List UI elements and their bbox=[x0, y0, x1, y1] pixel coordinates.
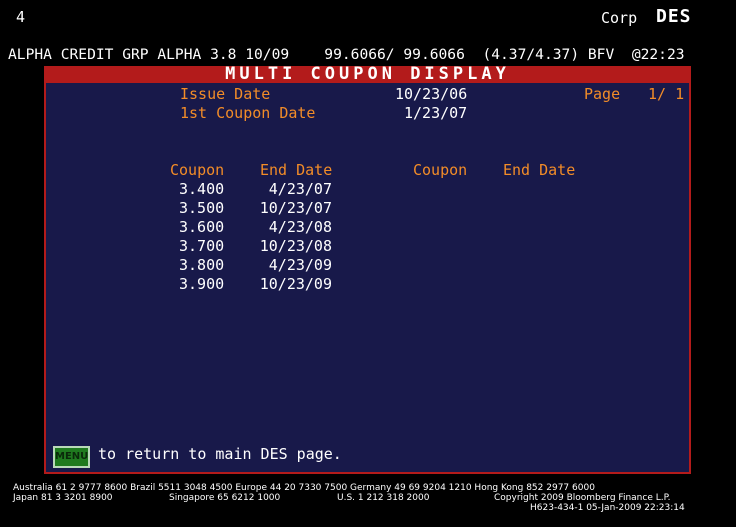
function-name: DES bbox=[656, 6, 692, 27]
table-cell-coupon: 3.400 bbox=[179, 180, 225, 198]
page-indicator: 1/ 1 bbox=[648, 85, 685, 103]
menu-button[interactable]: MENU bbox=[53, 446, 90, 468]
table-cell-coupon: 3.500 bbox=[179, 199, 225, 217]
first-coupon-date-value: 1/23/07 bbox=[404, 104, 468, 122]
table-cell-end-date: 10/23/08 bbox=[259, 237, 332, 255]
table-cell-end-date: 4/23/09 bbox=[268, 256, 332, 274]
table-cell-end-date: 4/23/07 bbox=[268, 180, 332, 198]
page-label: Page bbox=[584, 85, 621, 103]
end-date-header-1: End Date bbox=[260, 161, 333, 179]
screen-title: MULTI COUPON DISPLAY bbox=[44, 66, 691, 83]
sector-label: Corp bbox=[601, 9, 638, 27]
end-date-header-2: End Date bbox=[503, 161, 576, 179]
coupon-header-1: Coupon bbox=[170, 161, 225, 179]
footer-contacts-singapore: Singapore 65 6212 1000 bbox=[169, 493, 281, 503]
footer-copyright: Copyright 2009 Bloomberg Finance L.P. bbox=[494, 493, 671, 503]
security-ticker-line: ALPHA CREDIT GRP ALPHA 3.8 10/09 99.6066… bbox=[8, 46, 685, 63]
footer-contacts-line1: Australia 61 2 9777 8600 Brazil 5511 304… bbox=[13, 483, 595, 493]
coupon-header-2: Coupon bbox=[413, 161, 468, 179]
first-coupon-date-label: 1st Coupon Date bbox=[180, 104, 316, 122]
table-cell-coupon: 3.800 bbox=[179, 256, 225, 274]
table-cell-coupon: 3.900 bbox=[179, 275, 225, 293]
issue-date-value: 10/23/06 bbox=[395, 85, 468, 103]
page-number: 4 bbox=[16, 8, 26, 26]
menu-return-text: to return to main DES page. bbox=[98, 445, 342, 463]
table-cell-end-date: 4/23/08 bbox=[268, 218, 332, 236]
issue-date-label: Issue Date bbox=[180, 85, 271, 103]
footer-contacts-japan: Japan 81 3 3201 8900 bbox=[13, 493, 113, 503]
coupon-panel bbox=[44, 83, 691, 474]
table-cell-end-date: 10/23/07 bbox=[259, 199, 332, 217]
table-cell-coupon: 3.600 bbox=[179, 218, 225, 236]
footer-timestamp: H623-434-1 05-Jan-2009 22:23:14 bbox=[530, 503, 685, 513]
table-cell-coupon: 3.700 bbox=[179, 237, 225, 255]
table-cell-end-date: 10/23/09 bbox=[259, 275, 332, 293]
footer-contacts-us: U.S. 1 212 318 2000 bbox=[337, 493, 430, 503]
